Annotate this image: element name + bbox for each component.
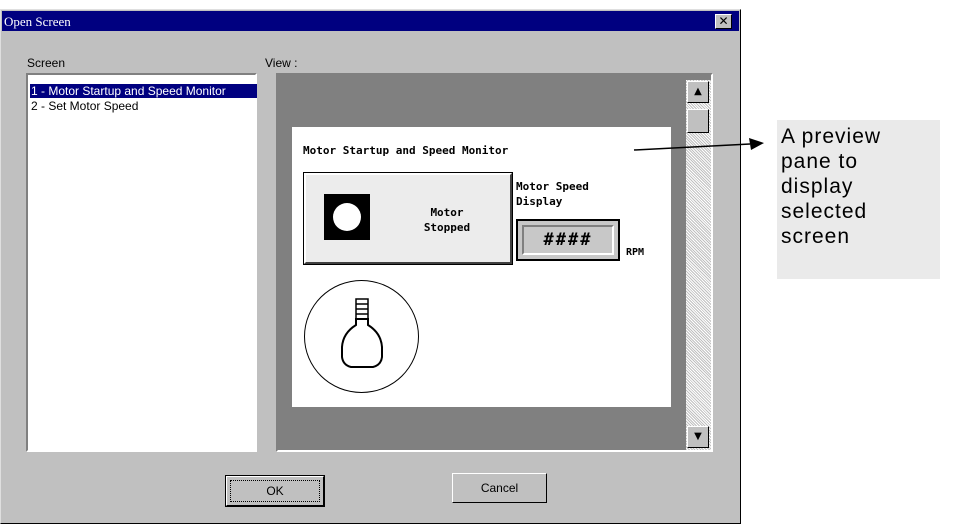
annotation-line-5: screen xyxy=(781,225,851,248)
bulb-graphic xyxy=(304,280,419,393)
annotation-arrow xyxy=(633,138,764,151)
list-item-set-motor-speed[interactable]: 2 - Set Motor Speed xyxy=(30,99,257,113)
motor-status-button: Motor Stopped xyxy=(303,172,513,265)
speed-label-line1: Motor Speed xyxy=(516,180,589,193)
annotation-callout: A preview pane to display selected scree… xyxy=(777,120,940,279)
close-icon: ✕ xyxy=(718,14,729,28)
arrow-down-icon: ▼ xyxy=(694,431,702,442)
annotation-line-2: pane to xyxy=(781,150,859,173)
cancel-button-label: Cancel xyxy=(480,481,519,495)
title-bar[interactable]: Open Screen ✕ xyxy=(2,11,739,31)
motor-status-line1: Motor xyxy=(430,206,464,219)
annotation-line-3: display xyxy=(781,175,854,198)
annotation-text: A preview pane to display selected scree… xyxy=(781,124,881,249)
list-item-motor-startup[interactable]: 1 - Motor Startup and Speed Monitor xyxy=(30,84,257,98)
motor-indicator-icon xyxy=(324,194,370,240)
annotation-line-1: A preview xyxy=(781,125,882,148)
screen-listbox[interactable]: 1 - Motor Startup and Speed Monitor 2 - … xyxy=(26,73,257,452)
arrow-up-icon: ▲ xyxy=(694,86,702,97)
light-bulb-icon xyxy=(341,298,383,368)
annotation-line-4: selected xyxy=(781,200,868,223)
motor-status-line2: Stopped xyxy=(423,221,471,234)
speed-unit: RPM xyxy=(626,247,645,258)
preview-title: Motor Startup and Speed Monitor xyxy=(303,144,509,157)
list-item-label: 1 - Motor Startup and Speed Monitor xyxy=(31,84,226,98)
speed-label-line2: Display xyxy=(516,195,563,208)
view-label: View : xyxy=(265,56,298,70)
scroll-thumb[interactable] xyxy=(687,109,709,133)
speed-value: #### xyxy=(522,225,614,255)
cancel-button[interactable]: Cancel xyxy=(452,473,547,503)
close-button[interactable]: ✕ xyxy=(715,14,732,29)
list-item-label: 2 - Set Motor Speed xyxy=(31,99,139,113)
dialog-title: Open Screen xyxy=(4,14,71,29)
ok-button-label: OK xyxy=(266,484,284,498)
screen-list-label: Screen xyxy=(27,56,66,70)
motor-speed-label: Motor Speed Display xyxy=(516,179,589,209)
scroll-down-button[interactable]: ▼ xyxy=(687,426,709,448)
motor-status-text: Motor Stopped xyxy=(402,205,492,235)
screen-preview: Motor Startup and Speed Monitor Motor St… xyxy=(292,127,671,407)
scroll-up-button[interactable]: ▲ xyxy=(687,81,709,103)
ok-button[interactable]: OK xyxy=(225,475,325,507)
motor-speed-display: #### xyxy=(516,219,620,261)
